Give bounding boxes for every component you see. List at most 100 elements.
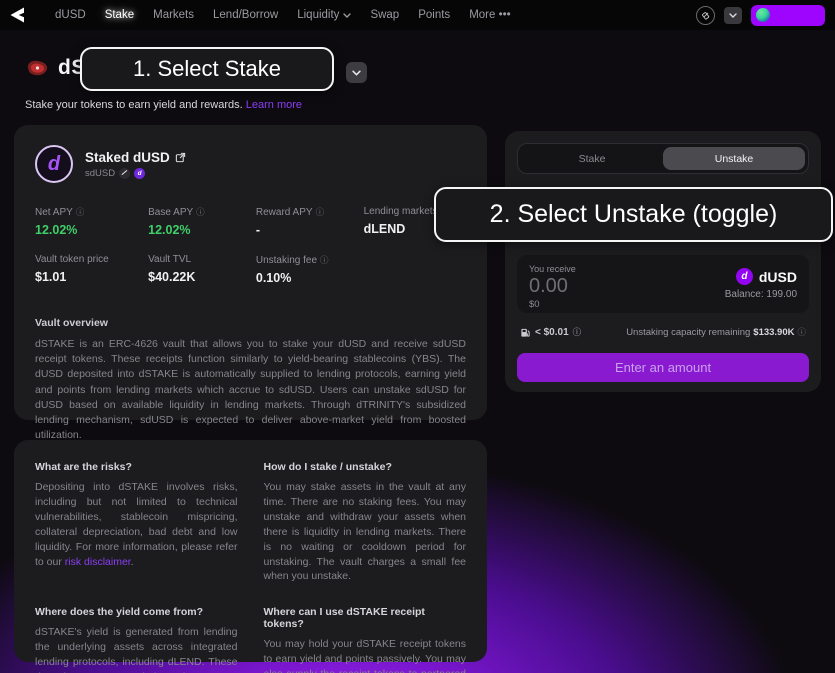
- faq-risks: What are the risks? Depositing into dSTA…: [35, 461, 238, 584]
- faq-card: What are the risks? Depositing into dSTA…: [14, 440, 487, 662]
- faq-answer: You may hold your dSTAKE receipt tokens …: [264, 637, 467, 673]
- info-icon[interactable]: ⓘ: [573, 326, 582, 338]
- nav-item-liquidity[interactable]: Liquidity: [297, 9, 351, 21]
- vault-stats: Net APYⓘ 12.02% Base APYⓘ 12.02% Reward …: [35, 206, 466, 285]
- nav-item-dusd[interactable]: dUSD: [55, 9, 86, 21]
- faq-answer-end: .: [131, 556, 134, 568]
- stat-base-apy: Base APYⓘ 12.02%: [148, 206, 256, 237]
- tab-stake[interactable]: Stake: [521, 147, 663, 170]
- overview-text: dSTAKE is an ERC-4626 vault that allows …: [35, 337, 466, 444]
- page-subtitle: Stake your tokens to earn yield and rewa…: [25, 99, 302, 111]
- info-icon[interactable]: ⓘ: [320, 254, 329, 266]
- app-screen: dUSD Stake Markets Lend/Borrow Liquidity…: [0, 0, 835, 673]
- learn-more-link[interactable]: Learn more: [246, 99, 302, 111]
- nav-item-label: More •••: [469, 9, 510, 21]
- nav-item-label: Liquidity: [297, 9, 339, 21]
- steak-icon: [25, 58, 49, 78]
- stat-token-price: Vault token price $1.01: [35, 254, 148, 285]
- nav-items: dUSD Stake Markets Lend/Borrow Liquidity…: [55, 9, 511, 21]
- vault-overview: Vault overview dSTAKE is an ERC-4626 vau…: [35, 317, 466, 444]
- faq-question: How do I stake / unstake?: [264, 461, 467, 473]
- risk-disclaimer-link[interactable]: risk disclaimer: [65, 556, 131, 568]
- faq-question: Where can I use dSTAKE receipt tokens?: [264, 606, 467, 630]
- annotation-step2: 2. Select Unstake (toggle): [434, 187, 833, 242]
- faq-answer: dSTAKE's yield is generated from lending…: [35, 625, 238, 673]
- stake-action-panel: Stake Unstake You receive 0.00 $0 d dUSD…: [505, 131, 821, 392]
- dtrinity-chip-icon[interactable]: d: [134, 168, 145, 179]
- wallet-avatar: [756, 8, 770, 22]
- nav-item-label: Stake: [105, 9, 134, 21]
- gas-settings-icon[interactable]: [696, 6, 715, 25]
- vault-name: Staked dUSD: [85, 150, 170, 165]
- dtrinity-logo-icon[interactable]: [9, 6, 29, 24]
- nav-item-lend-borrow[interactable]: Lend/Borrow: [213, 9, 278, 21]
- stat-net-apy: Net APYⓘ 12.02%: [35, 206, 148, 237]
- nav-item-swap[interactable]: Swap: [370, 9, 399, 21]
- stat-value: 12.02%: [148, 223, 256, 237]
- faq-answer: You may stake assets in the vault at any…: [264, 480, 467, 584]
- nav-item-more[interactable]: More •••: [469, 9, 510, 21]
- stat-label: Unstaking fee: [256, 255, 317, 266]
- receive-amount-box[interactable]: You receive 0.00 $0 d dUSD Balance: 199.…: [517, 255, 809, 313]
- capacity-label: Unstaking capacity remaining: [626, 327, 750, 338]
- amount-input[interactable]: 0.00: [529, 275, 576, 298]
- stat-label: Vault token price: [35, 254, 109, 265]
- unstaking-capacity: Unstaking capacity remaining $133.90K ⓘ: [626, 326, 806, 338]
- wallet-button[interactable]: [751, 5, 825, 26]
- nav-right-cluster: [696, 5, 825, 26]
- chip-letter: d: [138, 170, 142, 177]
- stat-value: $40.22K: [148, 270, 256, 284]
- faq-yield-source: Where does the yield come from? dSTAKE's…: [35, 606, 238, 673]
- annotation-step1: 1. Select Stake: [80, 47, 334, 91]
- stat-tvl: Vault TVL $40.22K: [148, 254, 256, 285]
- stat-value: 12.02%: [35, 223, 148, 237]
- faq-question: Where does the yield come from?: [35, 606, 238, 618]
- chevron-down-icon: [343, 13, 351, 18]
- gas-value: < $0.01: [535, 327, 569, 338]
- nav-item-label: Markets: [153, 9, 194, 21]
- amount-usd-value: $0: [529, 299, 576, 310]
- receive-label: You receive: [529, 264, 576, 274]
- overview-title: Vault overview: [35, 317, 466, 329]
- nav-item-label: dUSD: [55, 9, 86, 21]
- stat-label: Vault TVL: [148, 254, 191, 265]
- stat-value: $1.01: [35, 270, 148, 284]
- balance-label: Balance: 199.00: [725, 289, 797, 300]
- left-column: d Staked dUSD sdUSD d: [14, 125, 487, 662]
- tab-unstake[interactable]: Unstake: [663, 147, 805, 170]
- info-icon[interactable]: ⓘ: [797, 326, 806, 338]
- network-dropdown-button[interactable]: [724, 7, 742, 24]
- right-column: Stake Unstake You receive 0.00 $0 d dUSD…: [505, 131, 821, 392]
- nav-item-label: Points: [418, 9, 450, 21]
- gas-and-capacity-row: < $0.01 ⓘ Unstaking capacity remaining $…: [517, 326, 809, 338]
- token-selector: d dUSD: [736, 268, 797, 285]
- stat-label: Base APY: [148, 207, 193, 218]
- faq-answer: Depositing into dSTAKE involves risks, i…: [35, 480, 238, 569]
- vault-info-card: d Staked dUSD sdUSD d: [14, 125, 487, 420]
- gas-estimate: < $0.01 ⓘ: [520, 326, 581, 338]
- fuel-pump-icon: [520, 327, 531, 338]
- stat-unstaking-fee: Unstaking feeⓘ 0.10%: [256, 254, 364, 285]
- nav-item-points[interactable]: Points: [418, 9, 450, 21]
- title-collapse-button[interactable]: [346, 62, 367, 83]
- nav-item-label: Swap: [370, 9, 399, 21]
- info-icon[interactable]: ⓘ: [76, 206, 85, 218]
- dusd-token-icon: d: [736, 268, 753, 285]
- token-letter: d: [741, 271, 747, 282]
- nav-item-stake[interactable]: Stake: [105, 9, 134, 21]
- info-icon[interactable]: ⓘ: [316, 206, 325, 218]
- nav-item-markets[interactable]: Markets: [153, 9, 194, 21]
- token-letter: d: [48, 153, 60, 176]
- capacity-value: $133.90K: [753, 327, 794, 338]
- explorer-chip-icon[interactable]: [119, 168, 130, 179]
- faq-question: What are the risks?: [35, 461, 238, 473]
- sdusd-token-icon: d: [35, 145, 73, 183]
- enter-amount-button[interactable]: Enter an amount: [517, 353, 809, 382]
- external-link-icon[interactable]: [175, 152, 186, 163]
- vault-header: d Staked dUSD sdUSD d: [35, 145, 466, 183]
- token-name: dUSD: [759, 269, 797, 285]
- stake-unstake-toggle: Stake Unstake: [517, 143, 809, 174]
- stat-value: 0.10%: [256, 271, 364, 285]
- stat-label: Reward APY: [256, 207, 313, 218]
- info-icon[interactable]: ⓘ: [196, 206, 205, 218]
